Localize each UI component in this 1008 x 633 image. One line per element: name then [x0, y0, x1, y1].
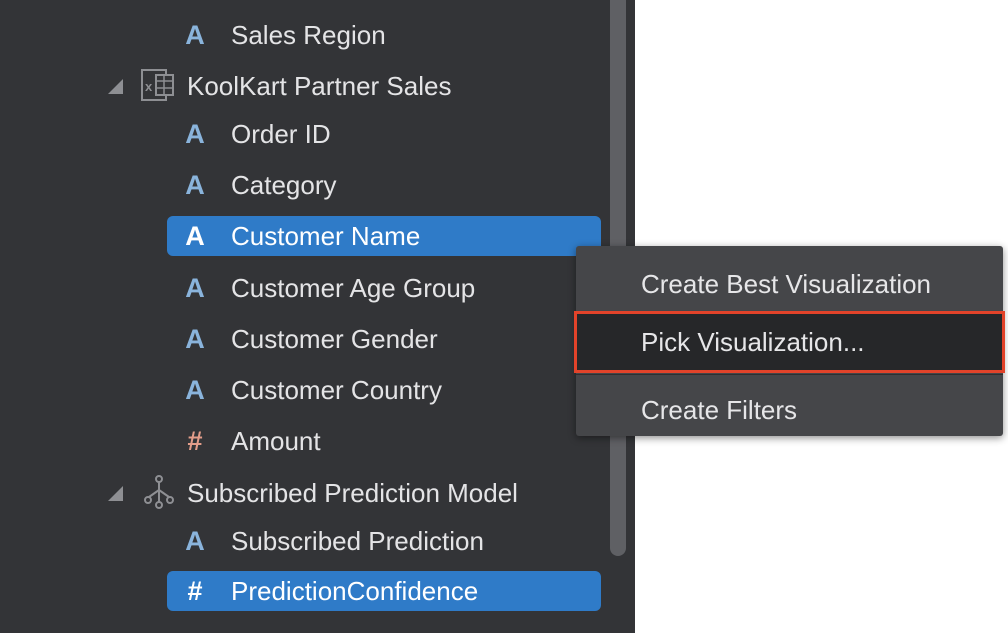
tree-item-category[interactable]: A Category: [175, 169, 337, 201]
tree-group-koolkart-partner-sales[interactable]: KoolKart Partner Sales: [187, 70, 451, 102]
menu-item-pick-visualization[interactable]: Pick Visualization...: [574, 311, 1005, 373]
model-icon: [144, 475, 174, 509]
tree-item-label: Customer Gender: [231, 324, 438, 354]
tree-item-order-id[interactable]: A Order ID: [175, 118, 331, 150]
text-attribute-icon: A: [185, 272, 205, 303]
excel-file-icon: x: [141, 69, 174, 101]
text-attribute-icon: A: [185, 220, 205, 251]
tree-group-label: KoolKart Partner Sales: [187, 71, 452, 101]
tree-item-label: Order ID: [231, 119, 331, 149]
tree-item-customer-age-group[interactable]: A Customer Age Group: [175, 272, 475, 304]
number-metric-icon: #: [187, 575, 203, 606]
tree-group-subscribed-prediction-model[interactable]: Subscribed Prediction Model: [187, 477, 518, 509]
tree-item-prediction-confidence[interactable]: # PredictionConfidence: [167, 571, 601, 611]
expand-triangle-icon[interactable]: [108, 79, 123, 94]
tree-item-label: Customer Age Group: [231, 273, 476, 303]
tree-item-sales-region[interactable]: A Sales Region: [175, 19, 386, 51]
text-attribute-icon: A: [185, 323, 205, 354]
tree-item-label: Customer Name: [231, 221, 421, 251]
tree-item-label: Amount: [231, 426, 321, 456]
tree-item-label: Category: [231, 170, 337, 200]
text-attribute-icon: A: [185, 169, 205, 200]
text-attribute-icon: A: [185, 374, 205, 405]
tree-group-label: Subscribed Prediction Model: [187, 478, 518, 508]
text-attribute-icon: A: [185, 19, 205, 50]
menu-item-create-filters[interactable]: Create Filters: [576, 382, 1003, 438]
tree-item-amount[interactable]: # Amount: [175, 425, 321, 457]
tree-item-subscribed-prediction[interactable]: A Subscribed Prediction: [175, 525, 484, 557]
tree-item-customer-name[interactable]: A Customer Name: [167, 216, 601, 256]
tree-item-label: PredictionConfidence: [231, 576, 479, 606]
number-metric-icon: #: [187, 425, 203, 456]
tree-item-label: Sales Region: [231, 20, 386, 50]
tree-item-customer-gender[interactable]: A Customer Gender: [175, 323, 438, 355]
data-elements-panel: A Sales Region x KoolKart Partner Sales …: [0, 0, 635, 633]
svg-text:x: x: [145, 79, 153, 94]
tree-item-label: Customer Country: [231, 375, 442, 405]
tree-item-customer-country[interactable]: A Customer Country: [175, 374, 442, 406]
text-attribute-icon: A: [185, 525, 205, 556]
expand-triangle-icon[interactable]: [108, 486, 123, 501]
context-menu: Create Best Visualization Pick Visualiza…: [574, 246, 1005, 438]
menu-item-create-best-visualization[interactable]: Create Best Visualization: [576, 256, 1003, 312]
tree-item-label: Subscribed Prediction: [231, 526, 484, 556]
menu-separator: [576, 374, 1003, 375]
text-attribute-icon: A: [185, 118, 205, 149]
